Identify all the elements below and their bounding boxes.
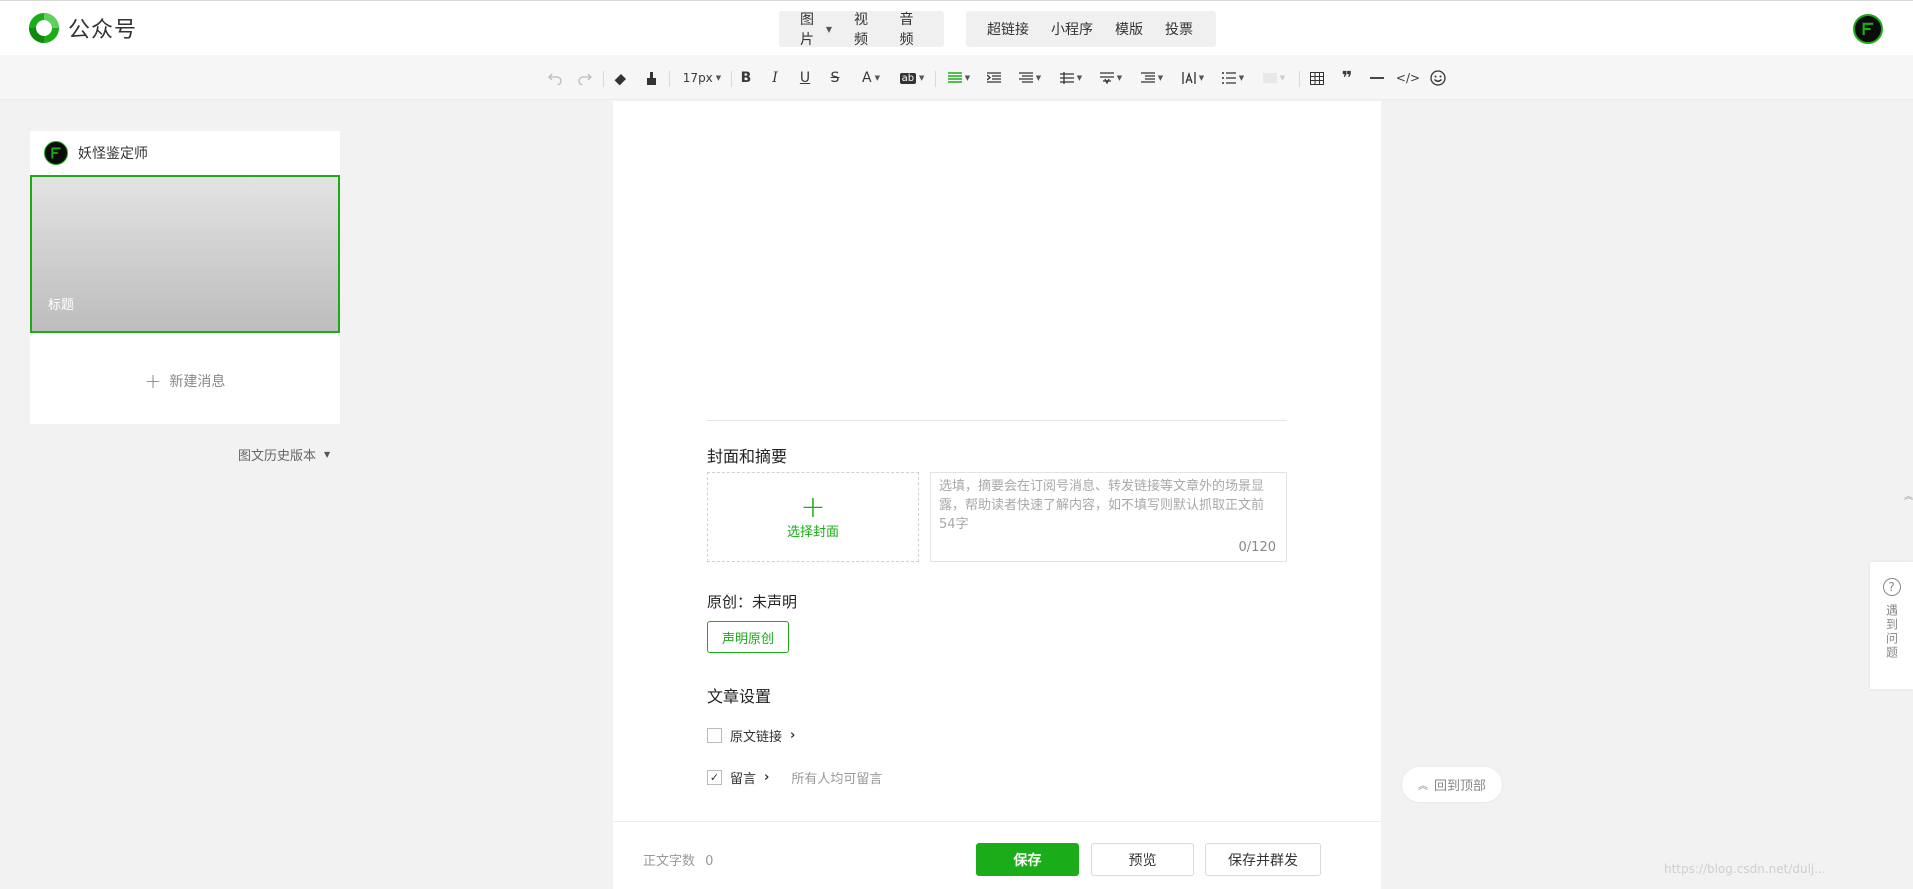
editor-footer: 正文字数 0 保存 预览 保存并群发 [613,821,1381,889]
save-and-send-button[interactable]: 保存并群发 [1205,843,1321,876]
chevron-up-icon: ︽ [1417,781,1428,792]
divider [707,420,1287,421]
article-cover-selected[interactable]: 标题 [30,175,340,333]
underline-icon[interactable]: U [797,67,813,89]
comments-scope: 所有人均可留言 [791,772,883,787]
top-bar: 公众号 图片 ▼ 视频 音频 超链接 小程序 模版 投票 [0,0,1913,55]
choose-cover-label: 选择封面 [786,524,839,540]
cover-title: 标题 [48,298,75,313]
summary-textarea[interactable]: 选填，摘要会在订阅号消息、转发链接等文章外的场景显露，帮助读者快速了解内容，如不… [930,472,1287,562]
insert-link-button[interactable]: 超链接 [976,19,1040,39]
article-list-card: 妖怪鉴定师 标题 + 新建消息 [30,131,340,424]
cover-section-title: 封面和摘要 [707,447,788,466]
emoji-icon[interactable] [1429,67,1447,89]
choose-cover-button[interactable]: + 选择封面 [707,472,919,562]
paragraph-spacing-icon[interactable]: ▼ [1097,67,1125,89]
font-color-icon[interactable]: A ▼ [857,67,885,89]
line-spacing-icon[interactable]: ▼ [1057,67,1085,89]
preview-button[interactable]: 预览 [1091,843,1194,876]
insert-audio-button[interactable]: 音频 [889,9,935,49]
account-row: 妖怪鉴定师 [44,141,148,165]
undo-icon[interactable] [547,67,563,89]
comments-row[interactable]: ✓ 留言 › 所有人均可留言 [707,768,882,787]
declare-original-button[interactable]: 声明原创 [707,621,789,653]
original-status: 原创：未声明 [707,593,798,611]
word-count-value: 0 [705,854,714,869]
clear-format-icon[interactable] [612,67,628,89]
chevron-down-icon: ▼ [324,450,331,459]
help-label: 遇到问题 [1884,604,1899,660]
align-icon[interactable]: ▼ [945,67,973,89]
user-avatar[interactable] [1853,14,1883,44]
word-count-label: 正文字数 [643,854,696,869]
insert-miniprogram-button[interactable]: 小程序 [1040,19,1104,39]
chevron-right-icon: › [790,728,796,743]
toolbar-divider [731,71,732,87]
collapse-arrow-icon[interactable]: ︽ [1904,489,1913,502]
watermark: https://blog.csdn.net/dulj... [1664,862,1826,876]
insert-extra-group: 超链接 小程序 模版 投票 [966,11,1216,47]
disabled-style-icon: ▼ [1260,67,1288,89]
question-icon: ? [1882,578,1901,596]
summary-placeholder: 选填，摘要会在订阅号消息、转发链接等文章外的场景显露，帮助读者快速了解内容，如不… [939,479,1265,532]
insert-vote-button[interactable]: 投票 [1154,19,1204,39]
comments-label: 留言 [730,772,757,787]
history-versions-dropdown[interactable]: 图文历史版本 ▼ [238,445,330,464]
text-direction-icon[interactable]: ▼ [1179,67,1207,89]
summary-counter: 0/120 [1238,540,1276,555]
insert-template-button[interactable]: 模版 [1104,19,1154,39]
format-toolbar: 17px ▼ B I U S A ▼ ab ▼ ▼ ▼ ▼ ▼ ▼ ▼ ▼ ▼ ❞ <… [0,55,1913,100]
help-widget[interactable]: ? 遇到问题 [1870,562,1913,689]
avatar-icon [1862,22,1874,36]
new-message-button[interactable]: + 新建消息 [30,369,340,393]
new-message-label: 新建消息 [169,374,226,390]
strikethrough-icon[interactable]: S [827,67,843,89]
insert-image-button[interactable]: 图片 ▼ [789,9,843,49]
source-link-label: 原文链接 [730,730,783,745]
back-to-top-button[interactable]: ︽ 回到顶部 [1402,767,1502,802]
background-color-icon[interactable]: ab ▼ [897,67,927,89]
align-center-icon[interactable]: ▼ [1016,67,1044,89]
plus-icon: + [800,489,826,525]
brand-name: 公众号 [68,18,138,43]
insert-video-button[interactable]: 视频 [843,9,889,49]
toolbar-divider [935,71,936,87]
list-icon[interactable]: ▼ [1219,67,1247,89]
insert-media-group: 图片 ▼ 视频 音频 [779,9,944,49]
source-link-row[interactable]: 原文链接 › [707,726,795,745]
save-button[interactable]: 保存 [976,843,1079,876]
logo-icon [29,13,59,43]
chevron-right-icon: › [764,770,770,785]
back-to-top-label: 回到顶部 [1433,779,1486,794]
article-settings-title: 文章设置 [707,687,772,706]
comments-checkbox[interactable]: ✓ [707,770,722,785]
letter-spacing-icon[interactable]: ▼ [1138,67,1166,89]
table-icon[interactable] [1309,67,1325,89]
source-link-checkbox[interactable] [707,728,722,743]
redo-icon[interactable] [577,67,593,89]
font-size-select[interactable]: 17px ▼ [680,67,724,89]
editor-area[interactable]: 封面和摘要 + 选择封面 选填，摘要会在订阅号消息、转发链接等文章外的场景显露，… [613,101,1381,889]
code-icon[interactable]: </> [1396,67,1420,89]
logo[interactable]: 公众号 [28,12,137,44]
quote-icon[interactable]: ❞ [1339,67,1355,89]
indent-icon[interactable] [986,67,1002,89]
plus-icon: + [144,369,162,393]
bold-icon[interactable]: B [738,67,754,89]
word-count: 正文字数 0 [643,850,713,869]
toolbar-divider [1299,71,1300,87]
format-painter-icon[interactable] [643,67,659,89]
history-label: 图文历史版本 [238,449,317,464]
toolbar-divider [669,71,670,87]
italic-icon[interactable]: I [767,67,783,89]
chevron-down-icon: ▼ [825,24,833,34]
horizontal-rule-icon[interactable] [1369,67,1385,89]
account-name: 妖怪鉴定师 [78,146,148,162]
account-avatar [44,141,68,165]
toolbar-divider [603,71,604,87]
